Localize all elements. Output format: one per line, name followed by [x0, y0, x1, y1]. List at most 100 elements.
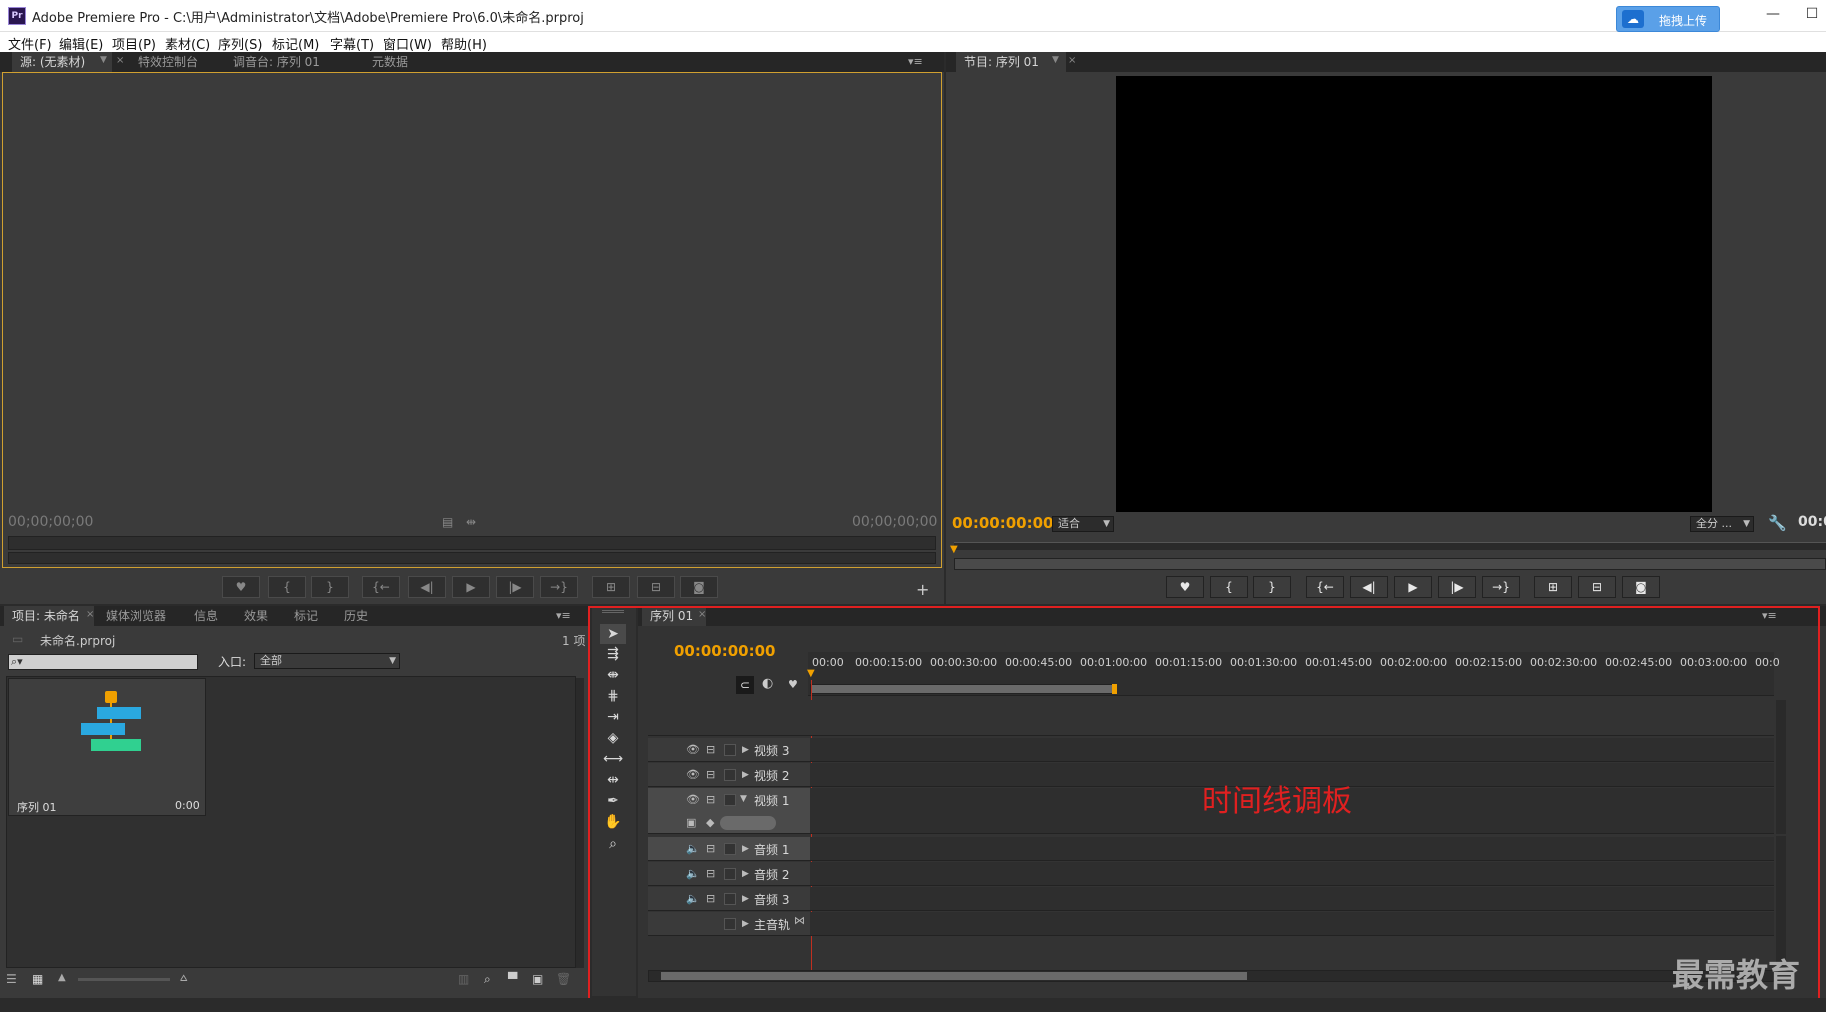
automate-icon[interactable]: ▥: [458, 972, 469, 986]
close-icon[interactable]: ×: [116, 55, 124, 66]
source-time-ruler[interactable]: [8, 536, 936, 550]
expand-arrow-icon[interactable]: ▶: [742, 745, 749, 755]
output-icon[interactable]: ⇹: [466, 515, 476, 529]
source-viewer[interactable]: [2, 72, 942, 568]
overlay-button[interactable]: ⊟: [637, 576, 675, 598]
razor-tool-icon[interactable]: ◈: [600, 728, 626, 748]
program-dropdown-icon[interactable]: ▼: [1052, 55, 1059, 65]
mark-out-button[interactable]: }: [311, 576, 349, 598]
keyframe-icon[interactable]: ◆: [706, 816, 714, 829]
wrench-icon[interactable]: 🔧: [1768, 514, 1787, 532]
lock-toggle[interactable]: [724, 868, 736, 880]
hand-tool-icon[interactable]: ✋: [600, 812, 626, 832]
in-dropdown[interactable]: 全部 ▼: [254, 653, 400, 669]
list-view-icon[interactable]: ☰: [6, 972, 17, 986]
track-master-lane[interactable]: [648, 912, 1774, 936]
display-style-icon[interactable]: ▣: [686, 816, 696, 829]
new-item-icon[interactable]: ▣: [532, 972, 543, 986]
program-video-display[interactable]: [1116, 76, 1712, 512]
snap-icon[interactable]: ⊂: [736, 676, 754, 694]
slip-tool-icon[interactable]: ⟷: [600, 749, 626, 769]
expand-arrow-icon[interactable]: ▶: [742, 844, 749, 854]
step-back-button[interactable]: ◀|: [408, 576, 446, 598]
video-tracks-scrollbar[interactable]: [1776, 700, 1786, 834]
go-to-out-button[interactable]: →}: [1482, 576, 1520, 598]
track-video-3-lane[interactable]: [648, 738, 1774, 762]
keyframe-nav-control[interactable]: [720, 816, 776, 830]
tab-project[interactable]: 项目: 未命名: [4, 606, 94, 626]
export-frame-button[interactable]: ◙: [1622, 576, 1660, 598]
step-forward-button[interactable]: |▶: [1438, 576, 1476, 598]
minimize-button[interactable]: —: [1764, 6, 1782, 24]
new-bin-icon[interactable]: ▀: [508, 972, 517, 986]
slide-tool-icon[interactable]: ⇹: [600, 770, 626, 790]
go-to-in-button[interactable]: {←: [1306, 576, 1344, 598]
sequence-thumbnail[interactable]: 序列 01 0:00: [8, 678, 206, 816]
find-icon[interactable]: ⌕: [484, 972, 491, 987]
step-forward-button[interactable]: |▶: [496, 576, 534, 598]
tab-history[interactable]: 历史: [336, 606, 386, 626]
audio-tracks-scrollbar[interactable]: [1776, 836, 1786, 964]
collapse-arrow-icon[interactable]: ▼: [740, 794, 747, 804]
track-audio-2-lane[interactable]: [648, 862, 1774, 886]
close-icon[interactable]: ×: [86, 609, 94, 620]
tab-effect-controls[interactable]: 特效控制台: [130, 52, 230, 72]
trash-icon[interactable]: 🗑: [556, 972, 571, 986]
safe-margins-icon[interactable]: ▤: [442, 515, 453, 529]
pen-tool-icon[interactable]: ✒: [600, 791, 626, 811]
source-timecode-in[interactable]: 00;00;00;00: [8, 514, 93, 530]
ripple-edit-tool-icon[interactable]: ⇼: [600, 665, 626, 685]
tab-metadata[interactable]: 元数据: [364, 52, 444, 72]
menu-clip[interactable]: 素材(C): [165, 34, 210, 53]
menu-sequence[interactable]: 序列(S): [218, 34, 262, 53]
step-back-button[interactable]: ◀|: [1350, 576, 1388, 598]
timeline-timecode[interactable]: 00:00:00:00: [674, 642, 776, 660]
speaker-icon[interactable]: 🔈: [686, 842, 700, 855]
panel-menu-icon[interactable]: ▾≡: [1762, 609, 1777, 622]
mark-in-button[interactable]: {: [268, 576, 306, 598]
add-button-icon[interactable]: +: [916, 580, 929, 599]
go-to-in-button[interactable]: {←: [362, 576, 400, 598]
menu-file[interactable]: 文件(F): [8, 34, 52, 53]
program-zoom-scrollbar[interactable]: [954, 558, 1826, 570]
speaker-icon[interactable]: 🔈: [686, 867, 700, 880]
eye-icon[interactable]: 👁: [686, 768, 700, 781]
menu-title[interactable]: 字幕(T): [330, 34, 374, 53]
eye-icon[interactable]: 👁: [686, 793, 700, 806]
zoom-slider[interactable]: [78, 978, 170, 981]
tab-sequence[interactable]: 序列 01: [642, 606, 706, 626]
rolling-edit-tool-icon[interactable]: ⋕: [600, 686, 626, 706]
tab-audio-mixer[interactable]: 调音台: 序列 01: [225, 52, 355, 72]
set-encore-marker-icon[interactable]: ◐: [762, 676, 773, 691]
insert-button[interactable]: ⊞: [592, 576, 630, 598]
timeline-horizontal-scrollbar[interactable]: [648, 970, 1774, 982]
zoom-in-icon[interactable]: ⩟: [180, 970, 187, 985]
upload-button[interactable]: ☁ 拖拽上传: [1616, 6, 1720, 32]
eye-icon[interactable]: 👁: [686, 743, 700, 756]
menu-help[interactable]: 帮助(H): [441, 34, 487, 53]
resolution-dropdown[interactable]: 全分 ... ▼: [1690, 516, 1754, 532]
lock-toggle[interactable]: [724, 918, 736, 930]
fit-dropdown[interactable]: 适合 ▼: [1052, 516, 1114, 532]
program-timecode[interactable]: 00:00:00:00: [952, 514, 1054, 532]
track-audio-1-lane[interactable]: [648, 837, 1774, 861]
program-time-ruler[interactable]: [954, 542, 1826, 550]
tab-source[interactable]: 源: (无素材): [12, 52, 112, 72]
panel-menu-icon[interactable]: ▾≡: [556, 609, 571, 622]
search-input[interactable]: ⌕▾: [8, 654, 198, 670]
sync-lock-icon[interactable]: ⊟: [706, 743, 715, 756]
mark-out-button[interactable]: }: [1253, 576, 1291, 598]
play-button[interactable]: ▶: [452, 576, 490, 598]
source-timecode-duration[interactable]: 00;00;00;00: [852, 514, 937, 530]
menu-window[interactable]: 窗口(W): [383, 34, 432, 53]
tab-markers[interactable]: 标记: [286, 606, 336, 626]
expand-arrow-icon[interactable]: ▶: [742, 894, 749, 904]
go-to-out-button[interactable]: →}: [540, 576, 578, 598]
work-area-bar[interactable]: [810, 684, 1114, 694]
add-marker-button[interactable]: ♥: [222, 576, 260, 598]
panel-menu-icon[interactable]: ▾≡: [908, 55, 923, 68]
tab-effects[interactable]: 效果: [236, 606, 286, 626]
lock-toggle[interactable]: [724, 794, 736, 806]
tab-info[interactable]: 信息: [186, 606, 236, 626]
work-area-end-handle[interactable]: [1112, 684, 1117, 694]
